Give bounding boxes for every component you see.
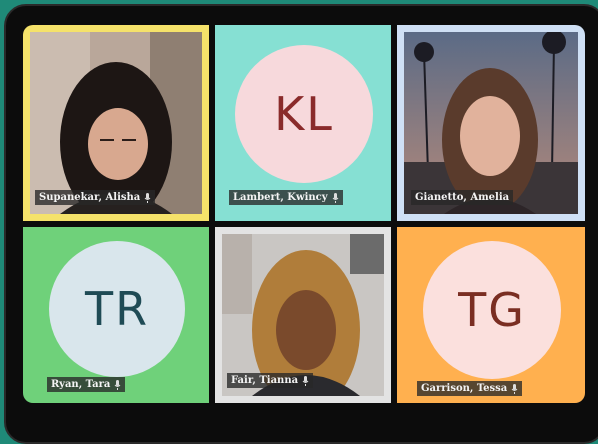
- participant-video-image: [404, 32, 578, 214]
- participant-tile-garrison[interactable]: TG Garrison, Tessa: [397, 227, 585, 403]
- participant-tile-gianetto[interactable]: Gianetto, Amelia: [397, 25, 585, 221]
- participant-nametag: Fair, Tianna: [227, 373, 314, 388]
- avatar-initials: TR: [49, 241, 185, 377]
- participant-nametag: Supanekar, Alisha: [35, 190, 156, 205]
- microphone-icon: [511, 383, 518, 394]
- video-feed: [30, 32, 202, 214]
- participant-tile-lambert[interactable]: KL Lambert, Kwincy: [215, 25, 391, 221]
- avatar-initials: KL: [235, 45, 373, 183]
- participant-tile-supanekar[interactable]: Supanekar, Alisha: [23, 25, 209, 221]
- participant-nametag: Gianetto, Amelia: [411, 190, 514, 205]
- microphone-icon: [332, 192, 338, 203]
- participant-nametag: Garrison, Tessa: [417, 381, 523, 396]
- video-feed: [404, 32, 578, 214]
- microphone-icon: [302, 375, 309, 386]
- microphone-icon: [114, 379, 121, 390]
- participant-tile-fair[interactable]: Fair, Tianna: [215, 227, 391, 403]
- participant-video-image: [222, 234, 384, 396]
- participant-nametag: Lambert, Kwincy: [229, 190, 343, 205]
- microphone-icon: [144, 192, 151, 203]
- avatar-initials: TG: [423, 241, 561, 379]
- participant-nametag: Ryan, Tara: [47, 377, 126, 392]
- video-feed: [222, 234, 384, 396]
- participant-grid: Supanekar, Alisha KL Lambert, Kwincy Gia…: [23, 25, 585, 411]
- participant-tile-ryan[interactable]: TR Ryan, Tara: [23, 227, 209, 403]
- participant-video-image: [30, 32, 202, 214]
